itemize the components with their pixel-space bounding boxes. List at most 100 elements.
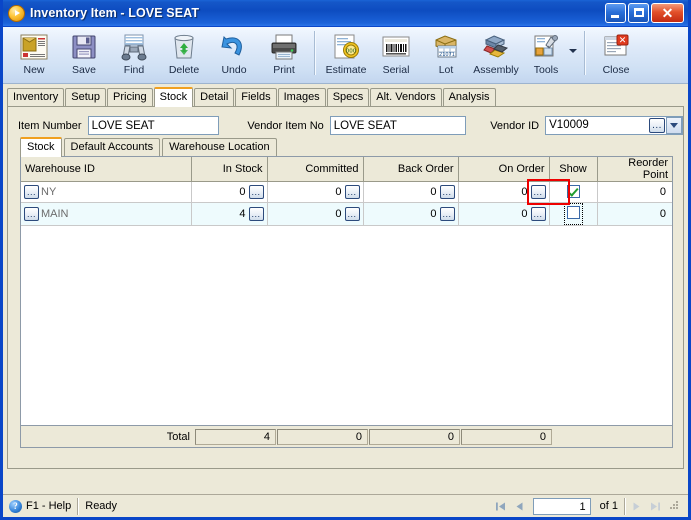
close-button[interactable]: ✕ (651, 3, 684, 23)
subtab-stock[interactable]: Stock (20, 137, 62, 157)
chevron-down-icon (670, 123, 678, 128)
show-checkbox[interactable] (566, 185, 580, 199)
column-header-on-order[interactable]: On Order (458, 157, 550, 182)
header-field-row: Item Number LOVE SEAT Vendor Item No LOV… (8, 107, 683, 135)
toolbar-button-delete[interactable]: Delete (159, 30, 209, 82)
toolbar-button-assembly[interactable]: Assembly (471, 30, 521, 82)
toolbar-button-find[interactable]: Find (109, 30, 159, 82)
column-header-warehouse-id[interactable]: Warehouse ID (21, 157, 192, 182)
minimize-button[interactable] (605, 3, 626, 23)
show-checkbox[interactable] (566, 206, 580, 219)
reorder-point-value: 0 (659, 186, 666, 198)
cell-back-order[interactable]: 0 ... (363, 202, 459, 226)
toolbar-label-find: Find (123, 64, 145, 76)
back-order-detail-button[interactable]: ... (439, 185, 455, 199)
cell-show[interactable] (549, 202, 598, 226)
vendor-id-combo[interactable]: V10009 ... (545, 116, 683, 135)
previous-record-icon (516, 502, 523, 510)
warehouse-lookup-button[interactable]: ... (24, 185, 39, 199)
column-header-back-order[interactable]: Back Order (363, 157, 459, 182)
toolbar-button-close[interactable]: ✕ Close (591, 30, 641, 82)
binoculars-icon (119, 30, 149, 63)
cell-on-order[interactable]: 0 ... (458, 181, 550, 203)
resize-grip[interactable] (668, 499, 682, 513)
next-record-button[interactable] (628, 498, 645, 515)
tab-alt-vendors[interactable]: Alt. Vendors (370, 88, 442, 106)
cell-in-stock[interactable]: 0 ... (191, 181, 268, 203)
toolbar-separator-2 (584, 31, 586, 75)
maximize-button[interactable] (628, 3, 649, 23)
vendor-id-dropdown-button[interactable] (666, 117, 682, 134)
toolbar-button-new[interactable]: New (9, 30, 59, 82)
subtab-default-accounts[interactable]: Default Accounts (63, 138, 161, 156)
tab-pricing[interactable]: Pricing (107, 88, 153, 106)
warehouse-lookup-button[interactable]: ... (24, 207, 39, 221)
toolbar-button-serial[interactable]: Serial (371, 30, 421, 82)
tools-icon (531, 30, 561, 63)
column-header-show[interactable]: Show (549, 157, 598, 182)
previous-record-button[interactable] (511, 498, 528, 515)
tab-fields[interactable]: Fields (235, 88, 277, 106)
cell-warehouse-id[interactable]: ... NY (21, 181, 192, 203)
back-order-detail-button[interactable]: ... (439, 207, 455, 221)
tab-images[interactable]: Images (277, 88, 326, 106)
committed-detail-button[interactable]: ... (344, 185, 360, 199)
committed-detail-button[interactable]: ... (344, 207, 360, 221)
on-order-detail-button[interactable]: ... (530, 185, 546, 199)
in-stock-detail-button[interactable]: ... (248, 185, 264, 199)
tab-stock[interactable]: Stock (153, 87, 194, 107)
cell-on-order[interactable]: 0 ... (458, 202, 550, 226)
last-record-button[interactable] (647, 498, 664, 515)
toolbar-label-tools: Tools (533, 64, 559, 76)
on-order-detail-button[interactable]: ... (530, 207, 546, 221)
tab-specs[interactable]: Specs (326, 88, 370, 106)
tab-setup[interactable]: Setup (65, 88, 106, 106)
stock-table: Warehouse ID In Stock Committed Back Ord… (21, 157, 672, 226)
page-number-input[interactable]: 1 (532, 497, 591, 515)
first-record-button[interactable] (492, 498, 509, 515)
totals-in-stock: 4 (195, 428, 276, 445)
status-message: Ready (79, 495, 123, 517)
cell-committed[interactable]: 0 ... (267, 202, 364, 226)
cell-reorder-point[interactable]: 0 (597, 202, 672, 226)
back-order-value: 0 (430, 208, 437, 220)
item-number-input[interactable]: LOVE SEAT (87, 116, 220, 135)
column-header-reorder-point[interactable]: Reorder Point (597, 157, 672, 182)
subtab-warehouse-location[interactable]: Warehouse Location (162, 138, 277, 156)
cell-committed[interactable]: 0 ... (267, 181, 364, 203)
toolbar-button-undo[interactable]: Undo (209, 30, 259, 82)
tab-inventory[interactable]: Inventory (7, 88, 65, 106)
question-mark-icon: ? (9, 499, 22, 513)
toolbar-button-print[interactable]: Print (259, 30, 309, 82)
table-row[interactable]: ... NY 0 ... 0 ... 0 ... 0 ... 0 (21, 181, 672, 203)
toolbar-button-tools[interactable]: Tools (521, 30, 571, 82)
status-text: Ready (85, 500, 118, 512)
cell-back-order[interactable]: 0 ... (363, 181, 459, 203)
cell-warehouse-id[interactable]: ... MAIN (21, 202, 192, 226)
toolbar-button-estimate[interactable]: 000 Estimate (321, 30, 371, 82)
floppy-disk-icon (70, 30, 98, 63)
toolbar-label-print: Print (273, 64, 295, 76)
tab-analysis[interactable]: Analysis (442, 88, 496, 106)
in-stock-detail-button[interactable]: ... (248, 207, 264, 221)
help-button[interactable]: ? F1 - Help (3, 495, 77, 517)
cell-show[interactable] (549, 181, 598, 203)
tab-detail[interactable]: Detail (194, 88, 235, 106)
toolbar-label-close: Close (602, 64, 630, 76)
toolbar-button-save[interactable]: Save (59, 30, 109, 82)
tools-dropdown-button[interactable] (567, 30, 579, 80)
column-header-committed[interactable]: Committed (267, 157, 364, 182)
cell-in-stock[interactable]: 4 ... (191, 202, 268, 226)
recycle-bin-icon (171, 30, 197, 63)
column-header-in-stock[interactable]: In Stock (191, 157, 268, 182)
table-row[interactable]: ... MAIN 4 ... 0 ... 0 ... 0 ... 0 (21, 202, 672, 226)
vendor-id-lookup-button[interactable]: ... (649, 118, 665, 133)
close-icon: ✕ (661, 5, 674, 21)
sub-tab-strip: Stock Default Accounts Warehouse Locatio… (8, 135, 683, 157)
vendor-item-no-input[interactable]: LOVE SEAT (329, 116, 467, 135)
cell-reorder-point[interactable]: 0 (597, 181, 672, 203)
next-record-icon (633, 502, 640, 510)
toolbar-button-lot[interactable]: 21071 Lot (421, 30, 471, 82)
svg-text:✕: ✕ (619, 36, 627, 46)
back-order-value: 0 (430, 186, 437, 198)
